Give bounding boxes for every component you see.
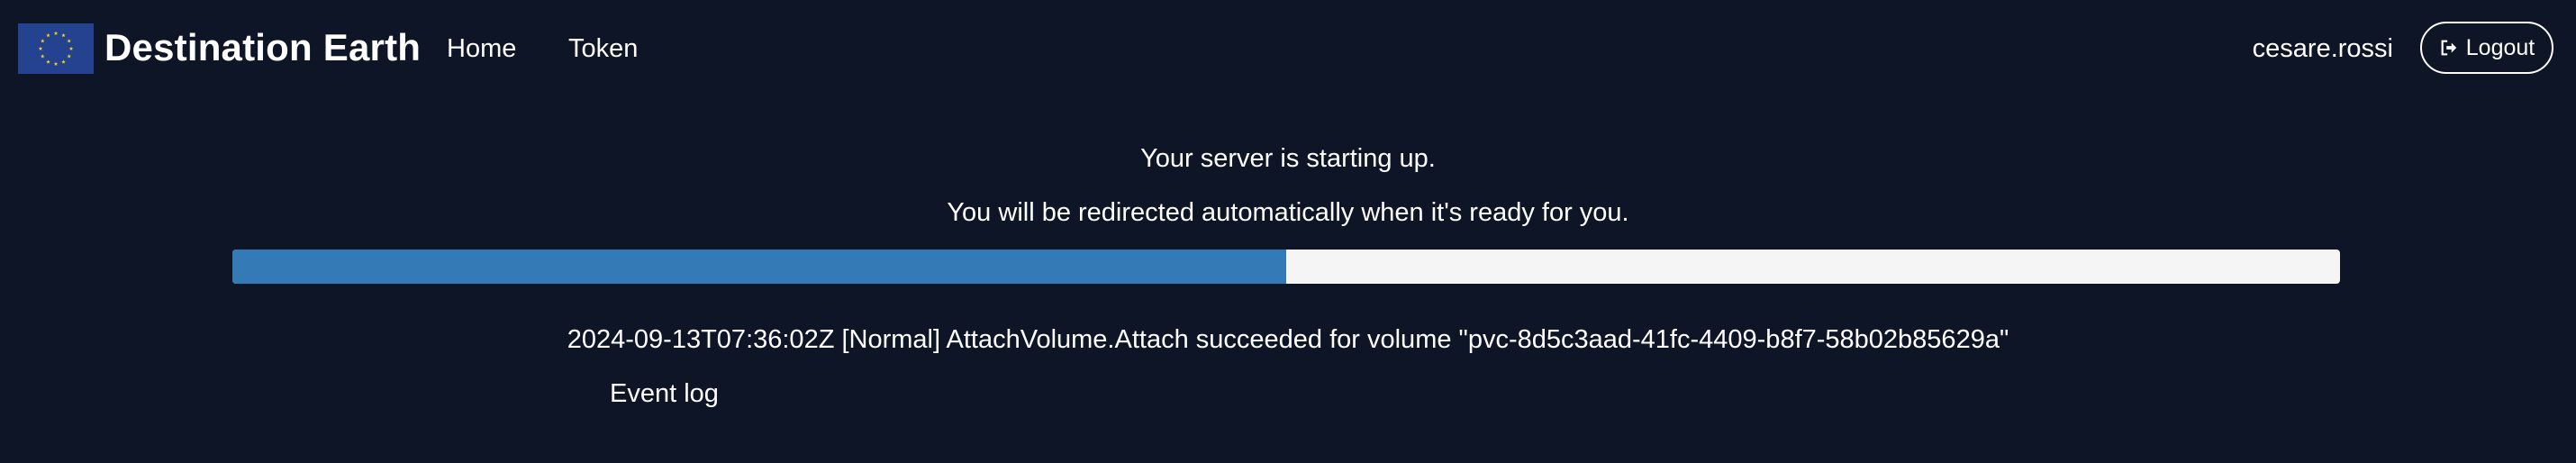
navbar: Destination Earth Home Token cesare.ross… [0, 0, 2576, 99]
progress-bar [232, 250, 2340, 284]
eu-flag-icon[interactable] [18, 23, 94, 74]
logout-button[interactable]: Logout [2420, 22, 2553, 74]
nav-home-link[interactable]: Home [447, 31, 516, 67]
event-log-toggle[interactable]: Event log [610, 376, 719, 412]
username: cesare.rossi [2252, 34, 2393, 63]
redirect-message: You will be redirected automatically whe… [947, 198, 1629, 227]
sign-out-icon [2439, 38, 2459, 58]
brand-title[interactable]: Destination Earth [104, 24, 421, 71]
status-message: Your server is starting up. [1140, 144, 1436, 173]
progress-bar-fill [232, 250, 1286, 284]
logout-label: Logout [2465, 34, 2535, 60]
latest-event-message: 2024-09-13T07:36:02Z [Normal] AttachVolu… [567, 325, 2009, 354]
nav-token-link[interactable]: Token [568, 31, 638, 67]
